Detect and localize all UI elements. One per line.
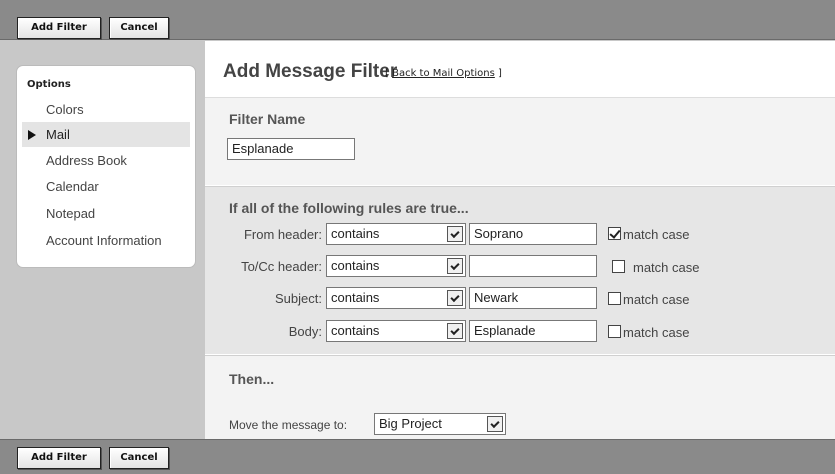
- rule-field-label: Body:: [288, 324, 322, 339]
- rule-value-input[interactable]: Newark: [469, 287, 597, 309]
- match-case-checkbox[interactable]: [612, 260, 625, 273]
- filter-name-input[interactable]: Esplanade: [227, 138, 355, 160]
- rule-field-label: Subject:: [275, 291, 322, 306]
- bracket-close: ]: [494, 68, 502, 79]
- rule-field-label: To/Cc header:: [241, 259, 322, 274]
- rule-operator-select[interactable]: contains: [326, 255, 466, 277]
- cancel-button[interactable]: Cancel: [109, 17, 169, 39]
- match-case-label: match case: [623, 292, 690, 307]
- move-target-value: Big Project: [379, 416, 442, 431]
- rule-operator-value: contains: [331, 323, 380, 338]
- rule-field-label: From header:: [243, 227, 322, 242]
- sidebar-item-mail[interactable]: Mail: [22, 122, 190, 147]
- rule-operator-select[interactable]: contains: [326, 223, 466, 245]
- sidebar-item-calendar[interactable]: Calendar: [22, 174, 190, 199]
- chevron-down-icon: [447, 258, 463, 274]
- rule-operator-value: contains: [331, 226, 380, 241]
- match-case-checkbox[interactable]: [608, 227, 621, 240]
- options-title: Options: [27, 79, 71, 90]
- back-to-mail-options-link[interactable]: Back to Mail Options: [392, 68, 495, 79]
- options-panel: Options Colors Mail Address Book Calenda…: [16, 65, 196, 268]
- rule-value-input[interactable]: [469, 255, 597, 277]
- add-filter-button[interactable]: Add Filter: [17, 17, 101, 39]
- sidebar-item-colors[interactable]: Colors: [22, 97, 190, 122]
- sidebar-item-notepad[interactable]: Notepad: [22, 201, 190, 226]
- chevron-down-icon: [447, 226, 463, 242]
- sidebar-item-address-book[interactable]: Address Book: [22, 148, 190, 173]
- filter-name-section: Filter Name Esplanade: [205, 97, 835, 185]
- breadcrumb: [ Back to Mail Options ]: [385, 68, 502, 79]
- match-case-checkbox[interactable]: [608, 292, 621, 305]
- match-case-label: match case: [623, 325, 690, 340]
- move-target-select[interactable]: Big Project: [374, 413, 506, 435]
- cancel-button[interactable]: Cancel: [109, 447, 169, 469]
- sidebar-item-label: Calendar: [46, 179, 99, 194]
- triangle-right-icon: [28, 130, 36, 140]
- sidebar-item-label: Mail: [46, 127, 70, 142]
- rule-operator-value: contains: [331, 290, 380, 305]
- page-title: Add Message Filter: [223, 61, 398, 82]
- then-heading: Then...: [229, 371, 275, 387]
- match-case-checkbox[interactable]: [608, 325, 621, 338]
- sidebar-item-label: Account Information: [46, 233, 162, 248]
- then-section: Then... Move the message to: Big Project: [205, 355, 835, 439]
- rules-heading: If all of the following rules are true..…: [229, 200, 469, 216]
- rule-operator-select[interactable]: contains: [326, 320, 466, 342]
- sidebar-item-label: Colors: [46, 102, 84, 117]
- sidebar-item-label: Address Book: [46, 153, 127, 168]
- match-case-label: match case: [633, 260, 700, 275]
- filter-name-label: Filter Name: [229, 111, 306, 127]
- rule-operator-value: contains: [331, 258, 380, 273]
- add-filter-button[interactable]: Add Filter: [17, 447, 101, 469]
- top-toolbar: Add Filter Cancel: [0, 0, 835, 40]
- match-case-label: match case: [623, 227, 690, 242]
- rules-section: If all of the following rules are true..…: [205, 186, 835, 354]
- sidebar-item-account-information[interactable]: Account Information: [22, 228, 190, 253]
- chevron-down-icon: [447, 290, 463, 306]
- rule-operator-select[interactable]: contains: [326, 287, 466, 309]
- move-message-label: Move the message to:: [229, 418, 348, 432]
- rule-value-input[interactable]: Soprano: [469, 223, 597, 245]
- sidebar: Options Colors Mail Address Book Calenda…: [0, 41, 205, 439]
- rule-value-input[interactable]: Esplanade: [469, 320, 597, 342]
- chevron-down-icon: [447, 323, 463, 339]
- sidebar-item-label: Notepad: [46, 206, 96, 221]
- bottom-toolbar: Add Filter Cancel: [0, 439, 835, 474]
- main-panel: Add Message Filter [ Back to Mail Option…: [205, 41, 835, 439]
- chevron-down-icon: [487, 416, 503, 432]
